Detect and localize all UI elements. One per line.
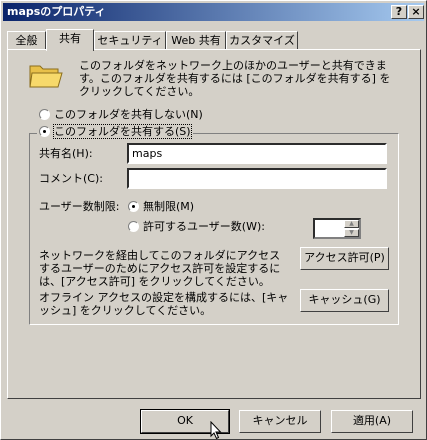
do-not-share-label: このフォルダを共有しない(N) [54, 108, 203, 121]
window-title: mapsのプロパティ [7, 5, 106, 18]
unlimited-label: 無制限(M) [143, 200, 195, 213]
offline-text: オフライン アクセスの設定を構成するには、[キャッシュ] をクリックしてください… [39, 291, 289, 317]
properties-dialog: mapsのプロパティ ? × 全般 共有 セキュリティ Web 共有 カスタマイ… [0, 0, 427, 440]
sharing-description: このフォルダをネットワーク上のほかのユーザーと共有できます。このフォルダを共有す… [79, 59, 391, 98]
tab-sharing[interactable]: 共有 [46, 29, 94, 51]
do-not-share-radio[interactable] [39, 109, 50, 120]
permissions-button[interactable]: アクセス許可(P) [300, 247, 389, 270]
tab-general[interactable]: 全般 [7, 31, 46, 49]
allow-users-radio[interactable] [128, 221, 139, 232]
close-button[interactable]: × [408, 5, 424, 19]
comment-input[interactable] [127, 168, 387, 189]
share-label: このフォルダを共有する(S) [53, 124, 192, 139]
shared-folder-icon [29, 65, 63, 88]
spin-up-icon[interactable]: ▲ [344, 220, 359, 228]
allow-users-option[interactable]: 許可するユーザー数(W): [128, 220, 265, 233]
permissions-text: ネットワークを経由してこのフォルダにアクセスするユーザーのためにアクセス許可を設… [39, 249, 281, 288]
apply-button[interactable]: 適用(A) [331, 410, 413, 433]
user-limit-label: ユーザー数制限: [39, 200, 120, 213]
tab-web-sharing[interactable]: Web 共有 [166, 31, 226, 49]
unlimited-option[interactable]: 無制限(M) [128, 200, 194, 213]
unlimited-radio[interactable] [128, 201, 139, 212]
cancel-button[interactable]: キャンセル [239, 410, 321, 433]
cache-button[interactable]: キャッシュ(G) [300, 289, 389, 312]
help-button[interactable]: ? [391, 5, 407, 19]
tab-bar: 全般 共有 セキュリティ Web 共有 カスタマイズ [7, 29, 422, 51]
allow-users-label: 許可するユーザー数(W): [143, 220, 265, 233]
title-bar[interactable]: mapsのプロパティ ? × [3, 3, 424, 21]
comment-label: コメント(C): [39, 172, 103, 185]
do-not-share-option[interactable]: このフォルダを共有しない(N) [39, 108, 203, 121]
share-name-label: 共有名(H): [39, 147, 93, 160]
tab-security[interactable]: セキュリティ [94, 31, 166, 49]
spin-down-icon[interactable]: ▼ [344, 229, 359, 237]
share-option[interactable]: このフォルダを共有する(S) [37, 124, 193, 139]
mouse-pointer-icon [210, 421, 222, 440]
tab-customize[interactable]: カスタマイズ [226, 31, 298, 49]
share-radio[interactable] [39, 126, 50, 137]
share-name-input[interactable]: maps [127, 143, 387, 164]
allow-users-spinner[interactable]: ▲ ▼ [344, 220, 359, 237]
